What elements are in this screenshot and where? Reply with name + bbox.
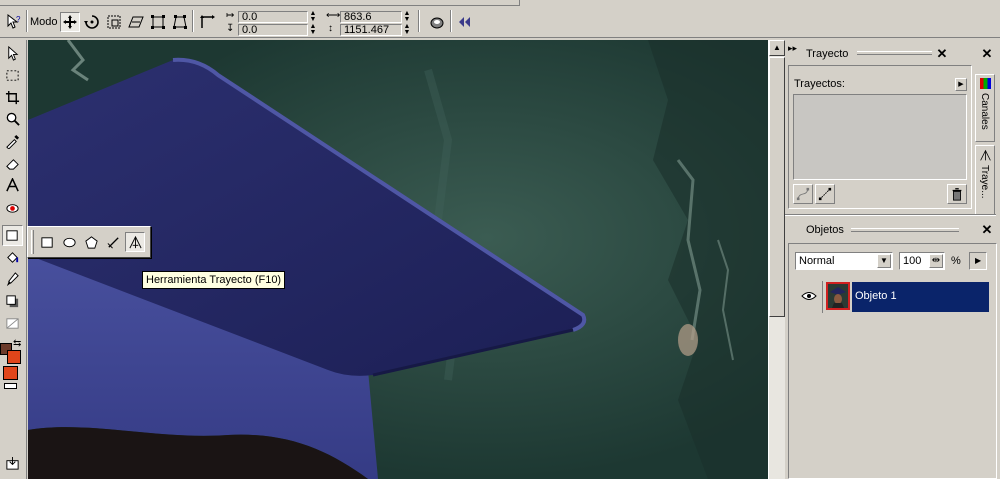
width-spinner[interactable]: ▲ ▼ <box>402 10 412 23</box>
delete-path-icon[interactable] <box>947 184 967 204</box>
position-x-field[interactable]: 0.0 <box>238 11 308 23</box>
position-y-field[interactable]: 0.0 <box>238 24 308 36</box>
width-arrow-icon: ⟷ <box>326 10 341 21</box>
right-docker: ▸▸ Trayecto ✕ ✕ Trayectos: ▶ Canales Tra… <box>785 40 1000 479</box>
rotate-mode-icon[interactable] <box>82 12 102 32</box>
pick-tool-icon[interactable] <box>2 43 23 64</box>
collapse-bar-icon[interactable] <box>455 12 475 32</box>
shape-tool-icon[interactable] <box>2 225 23 246</box>
tab-trayectos[interactable]: Traye... <box>975 145 995 215</box>
property-bar: ? Modo ↦ ↧ 0.0 ▲ ▼ 0.0 ▲ ▼ ⟷ ↕ 863.6 ▲ ▼ 11… <box>0 8 1000 38</box>
swap-colors-icon[interactable]: ⇆ <box>13 339 21 349</box>
tooltip: Herramienta Trayecto (F10) <box>142 271 286 289</box>
x-arrow-icon: ↦ <box>226 10 235 21</box>
mask-tool-icon[interactable] <box>2 65 23 86</box>
objetos-close-icon[interactable]: ✕ <box>981 223 993 237</box>
crop-tool-icon[interactable] <box>2 87 23 108</box>
text-tool-icon[interactable] <box>2 175 23 196</box>
opacity-field[interactable]: 100 ⇹ <box>899 252 945 270</box>
mask-to-path-icon[interactable] <box>815 184 835 204</box>
fill-color-swatch[interactable] <box>3 366 18 380</box>
object-thumbnail <box>826 282 850 310</box>
distort-mode-icon[interactable] <box>148 12 168 32</box>
y-arrow-icon: ↧ <box>226 23 235 34</box>
perspective-mode-icon[interactable] <box>170 12 190 32</box>
objetos-options-icon[interactable]: ▶ <box>969 252 987 270</box>
trayectos-label: Trayectos: <box>794 78 845 90</box>
eraser-tool-icon[interactable] <box>2 153 23 174</box>
top-menu-strip <box>0 0 520 6</box>
list-item-objeto-1[interactable]: Objeto 1 <box>795 281 989 313</box>
ellipse-tool-icon[interactable] <box>59 232 79 252</box>
move-mode-icon[interactable] <box>60 12 80 32</box>
path-tool-icon[interactable] <box>125 232 145 252</box>
fill-tool-icon[interactable] <box>2 247 23 268</box>
scroll-thumb[interactable] <box>769 57 785 317</box>
brush-tool-icon[interactable] <box>2 269 23 290</box>
red-eye-tool-icon[interactable] <box>2 197 23 218</box>
object-row-highlight: Objeto 1 <box>852 282 989 312</box>
path-to-mask-icon[interactable] <box>793 184 813 204</box>
objetos-panel: Normal ▼ 100 ⇹ % ▶ Objeto 1 <box>788 243 997 479</box>
opacity-unit: % <box>951 255 961 267</box>
scale-mode-icon[interactable] <box>104 12 124 32</box>
trayectos-menu-arrow-icon[interactable]: ▶ <box>955 78 967 91</box>
pick-help-icon[interactable]: ? <box>4 12 24 32</box>
width-field[interactable]: 863.6 <box>340 11 402 23</box>
photo-graduation-cap <box>28 40 768 479</box>
line-tool-icon[interactable] <box>103 232 123 252</box>
trayecto-panel: Trayectos: ▶ <box>788 65 972 209</box>
channels-icon <box>980 78 991 89</box>
position-origin-icon[interactable] <box>197 12 217 32</box>
shadow-tool-icon[interactable] <box>2 291 23 312</box>
height-field[interactable]: 1151.467 <box>340 24 402 36</box>
background-color-swatch[interactable] <box>7 350 21 364</box>
polygon-tool-icon[interactable] <box>81 232 101 252</box>
blend-mode-select[interactable]: Normal ▼ <box>795 252 893 270</box>
flyout-grip[interactable] <box>31 230 34 254</box>
skew-mode-icon[interactable] <box>126 12 146 32</box>
opacity-slider-icon[interactable]: ⇹ <box>929 254 943 268</box>
position-x-spinner[interactable]: ▲ ▼ <box>308 10 318 23</box>
position-y-spinner[interactable]: ▲ ▼ <box>308 23 318 36</box>
visibility-eye-icon[interactable] <box>801 291 817 304</box>
trayectos-list[interactable] <box>793 94 967 180</box>
navigator-icon[interactable] <box>2 453 23 474</box>
trayecto-title: Trayecto <box>806 48 849 60</box>
docker-close-icon[interactable]: ✕ <box>981 47 993 61</box>
objetos-title: Objetos <box>806 224 844 236</box>
svg-text:?: ? <box>16 15 21 24</box>
object-name: Objeto 1 <box>855 290 897 302</box>
height-spinner[interactable]: ▲ ▼ <box>402 23 412 36</box>
scroll-up-arrow-icon[interactable]: ▲ <box>769 40 785 56</box>
rectangle-tool-icon[interactable] <box>37 232 57 252</box>
image-canvas[interactable] <box>28 40 768 479</box>
shape-tools-flyout <box>27 226 151 258</box>
tab-canales[interactable]: Canales <box>975 74 995 142</box>
paths-tab-icon <box>979 149 992 165</box>
blend-mode-dropdown-icon[interactable]: ▼ <box>877 254 891 268</box>
objects-list: Objeto 1 <box>795 278 989 478</box>
eyedropper-tool-icon[interactable] <box>2 131 23 152</box>
transparency-tool-icon[interactable] <box>2 313 23 334</box>
height-arrow-icon: ↕ <box>328 23 333 34</box>
toolbox: ⇆ <box>0 40 27 479</box>
docker-pin-icon[interactable]: ▸▸ <box>788 43 797 54</box>
trayecto-close-icon[interactable]: ✕ <box>936 47 948 61</box>
zoom-tool-icon[interactable] <box>2 109 23 130</box>
reset-colors-icon[interactable] <box>4 383 17 389</box>
mode-label: Modo <box>30 16 58 28</box>
view-icon[interactable] <box>427 12 447 32</box>
vertical-scrollbar[interactable]: ▲ <box>768 40 785 479</box>
